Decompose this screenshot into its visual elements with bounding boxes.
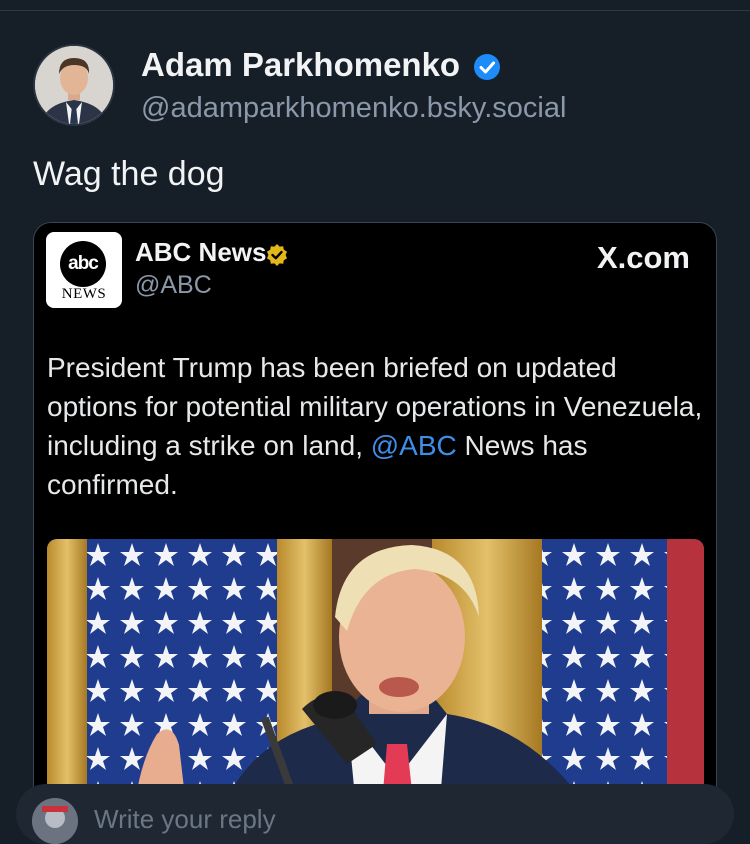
author-handle[interactable]: @adamparkhomenko.bsky.social — [141, 92, 566, 125]
gold-verified-icon — [267, 244, 287, 266]
current-user-avatar — [32, 798, 78, 844]
source-name: ABC News — [135, 237, 267, 267]
quoted-text: President Trump has been briefed on upda… — [47, 348, 707, 504]
embedded-image-card[interactable]: abc NEWS ABC News @ABC X.com President T… — [33, 222, 717, 842]
abc-logo-news: NEWS — [61, 286, 107, 302]
verified-badge-icon — [474, 54, 500, 80]
post-text: Wag the dog — [33, 155, 225, 193]
source-handle: @ABC — [135, 271, 212, 299]
site-label: X.com — [596, 240, 690, 275]
reply-placeholder[interactable]: Write your reply — [94, 804, 276, 835]
author-display-name[interactable]: Adam Parkhomenko — [141, 46, 460, 84]
abc-logo-mark: abc — [60, 241, 106, 287]
author-avatar[interactable] — [33, 44, 115, 126]
avatar-photo — [35, 46, 113, 124]
top-divider — [0, 10, 750, 11]
current-user-avatar-art — [32, 798, 78, 844]
reply-composer[interactable]: Write your reply — [16, 784, 734, 844]
mention-link: @ABC — [370, 430, 457, 461]
abc-news-logo: abc NEWS — [46, 232, 122, 308]
